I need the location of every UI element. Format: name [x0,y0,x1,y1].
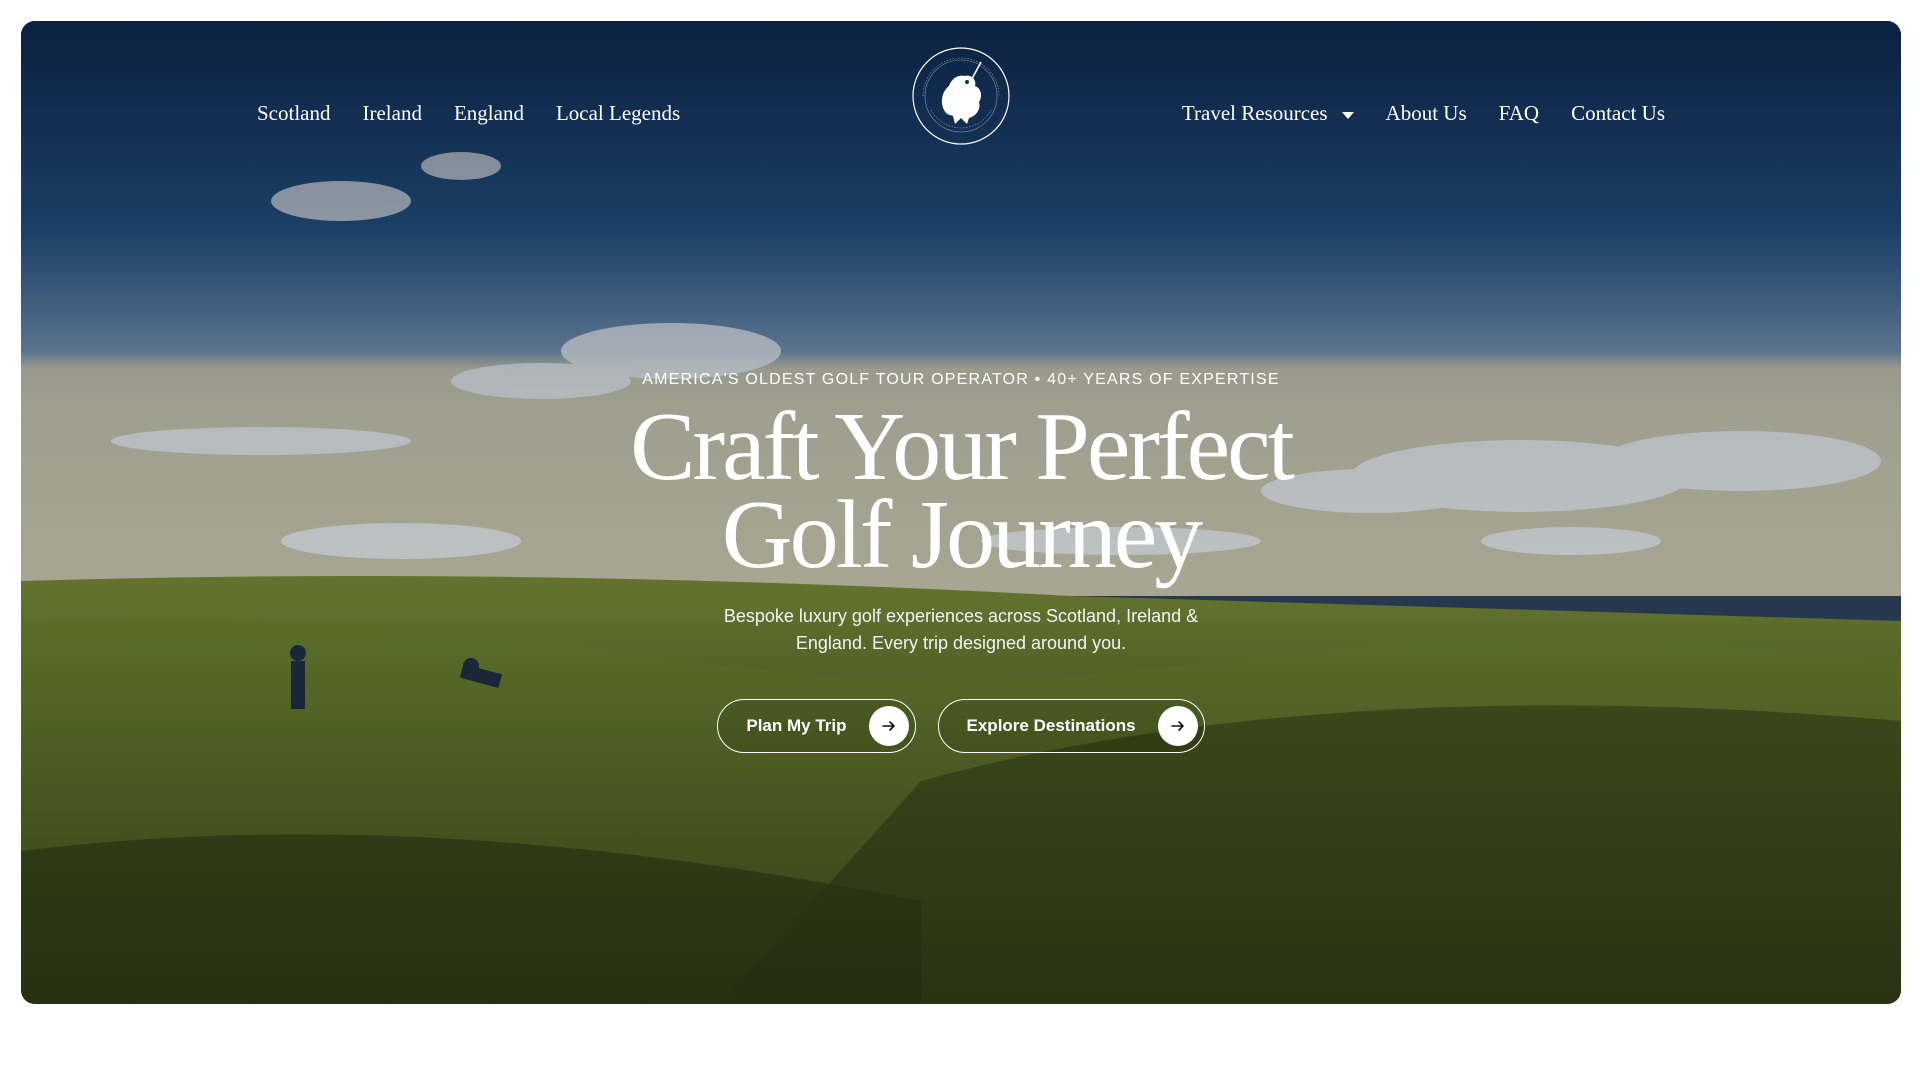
hero-content: AMERICA'S OLDEST GOLF TOUR OPERATOR • 40… [21,371,1901,753]
explore-destinations-label: Explore Destinations [966,716,1136,735]
chevron-down-icon [1341,111,1354,119]
hero-cta-row: Plan My Trip Explore Destinations [21,699,1901,753]
nav-ireland[interactable]: Ireland [363,101,422,126]
arrow-right-icon [1157,706,1198,746]
plan-my-trip-label: Plan My Trip [746,716,847,735]
nav-england[interactable]: England [454,101,524,126]
nav-scotland[interactable]: Scotland [257,101,331,126]
hero-headline-line-1: Craft Your Perfect [630,393,1295,501]
lion-crest-logo-icon [912,47,1010,145]
nav-contact-us[interactable]: Contact Us [1571,101,1665,126]
primary-nav-right: Travel Resources About Us FAQ Contact Us [1182,101,1665,126]
nav-about-us[interactable]: About Us [1386,101,1467,126]
nav-travel-resources[interactable]: Travel Resources [1182,101,1328,126]
plan-my-trip-button[interactable]: Plan My Trip [717,699,916,753]
hero-section: Scotland Ireland England Local Legends T… [21,21,1901,1004]
travel-resources-dropdown[interactable]: Travel Resources [1182,101,1354,126]
explore-destinations-button[interactable]: Explore Destinations [937,699,1205,753]
nav-local-legends[interactable]: Local Legends [556,101,680,126]
arrow-right-icon [868,706,909,746]
hero-headline-line-2: Golf Journey [721,481,1203,589]
site-logo[interactable] [909,44,1013,148]
primary-nav-left: Scotland Ireland England Local Legends [257,101,680,126]
nav-faq[interactable]: FAQ [1499,101,1539,126]
hero-subtext: Bespoke luxury golf experiences across S… [723,606,1199,653]
hero-eyebrow: AMERICA'S OLDEST GOLF TOUR OPERATOR • 40… [642,371,1280,388]
hero-headline: Craft Your Perfect Golf Journey [21,393,1901,589]
